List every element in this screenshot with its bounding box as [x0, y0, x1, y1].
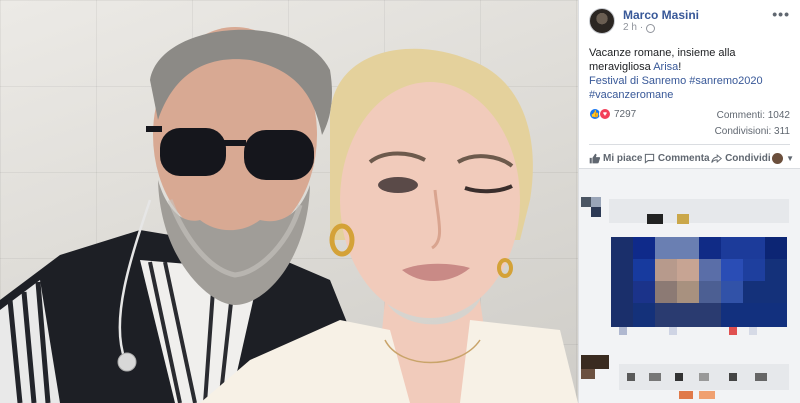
- avatar: [772, 152, 784, 164]
- globe-icon: [646, 23, 656, 33]
- post-sidebar: Marco Masini 2 h · ••• Vacanze romane, i…: [578, 0, 800, 403]
- post-time[interactable]: 2 h: [623, 22, 637, 34]
- post-header: Marco Masini 2 h · •••: [579, 0, 800, 40]
- shares-count[interactable]: Condivisioni: 311: [715, 124, 790, 140]
- like-icon: [589, 153, 600, 163]
- pixelated-comments: [579, 169, 800, 403]
- reactions-count: 7297: [614, 108, 637, 120]
- post-photo[interactable]: [0, 0, 578, 403]
- comments-section: [579, 168, 800, 403]
- comments-count[interactable]: Commenti: 1042: [715, 108, 790, 124]
- author-avatar[interactable]: [589, 8, 615, 34]
- more-options-button[interactable]: •••: [772, 7, 790, 21]
- author-block: Marco Masini 2 h ·: [623, 8, 772, 34]
- post-meta: 2 h ·: [623, 22, 772, 34]
- post-text: Vacanze romane, insieme alla meraviglios…: [589, 47, 763, 101]
- selfie-image: [0, 27, 578, 403]
- love-icon: ♥: [599, 108, 611, 120]
- share-button[interactable]: Condividi: [711, 153, 771, 164]
- audience-selector[interactable]: ▼: [772, 152, 794, 164]
- chevron-down-icon: ▼: [786, 153, 794, 163]
- comment-button[interactable]: Commenta: [644, 153, 710, 164]
- share-icon: [711, 153, 723, 163]
- hashtags-line-1[interactable]: Festival di Sanremo #sanremo2020: [589, 75, 763, 87]
- counts: Commenti: 1042 Condivisioni: 311: [715, 108, 790, 140]
- mention-link[interactable]: Arisa: [653, 61, 678, 73]
- like-button[interactable]: Mi piace: [589, 153, 642, 164]
- author-name[interactable]: Marco Masini: [623, 8, 772, 22]
- reactions-summary[interactable]: 👍 ♥ 7297: [589, 108, 636, 120]
- hashtag-vacanzeromane[interactable]: #vacanzeromane: [589, 89, 673, 101]
- comment-icon: [644, 153, 655, 164]
